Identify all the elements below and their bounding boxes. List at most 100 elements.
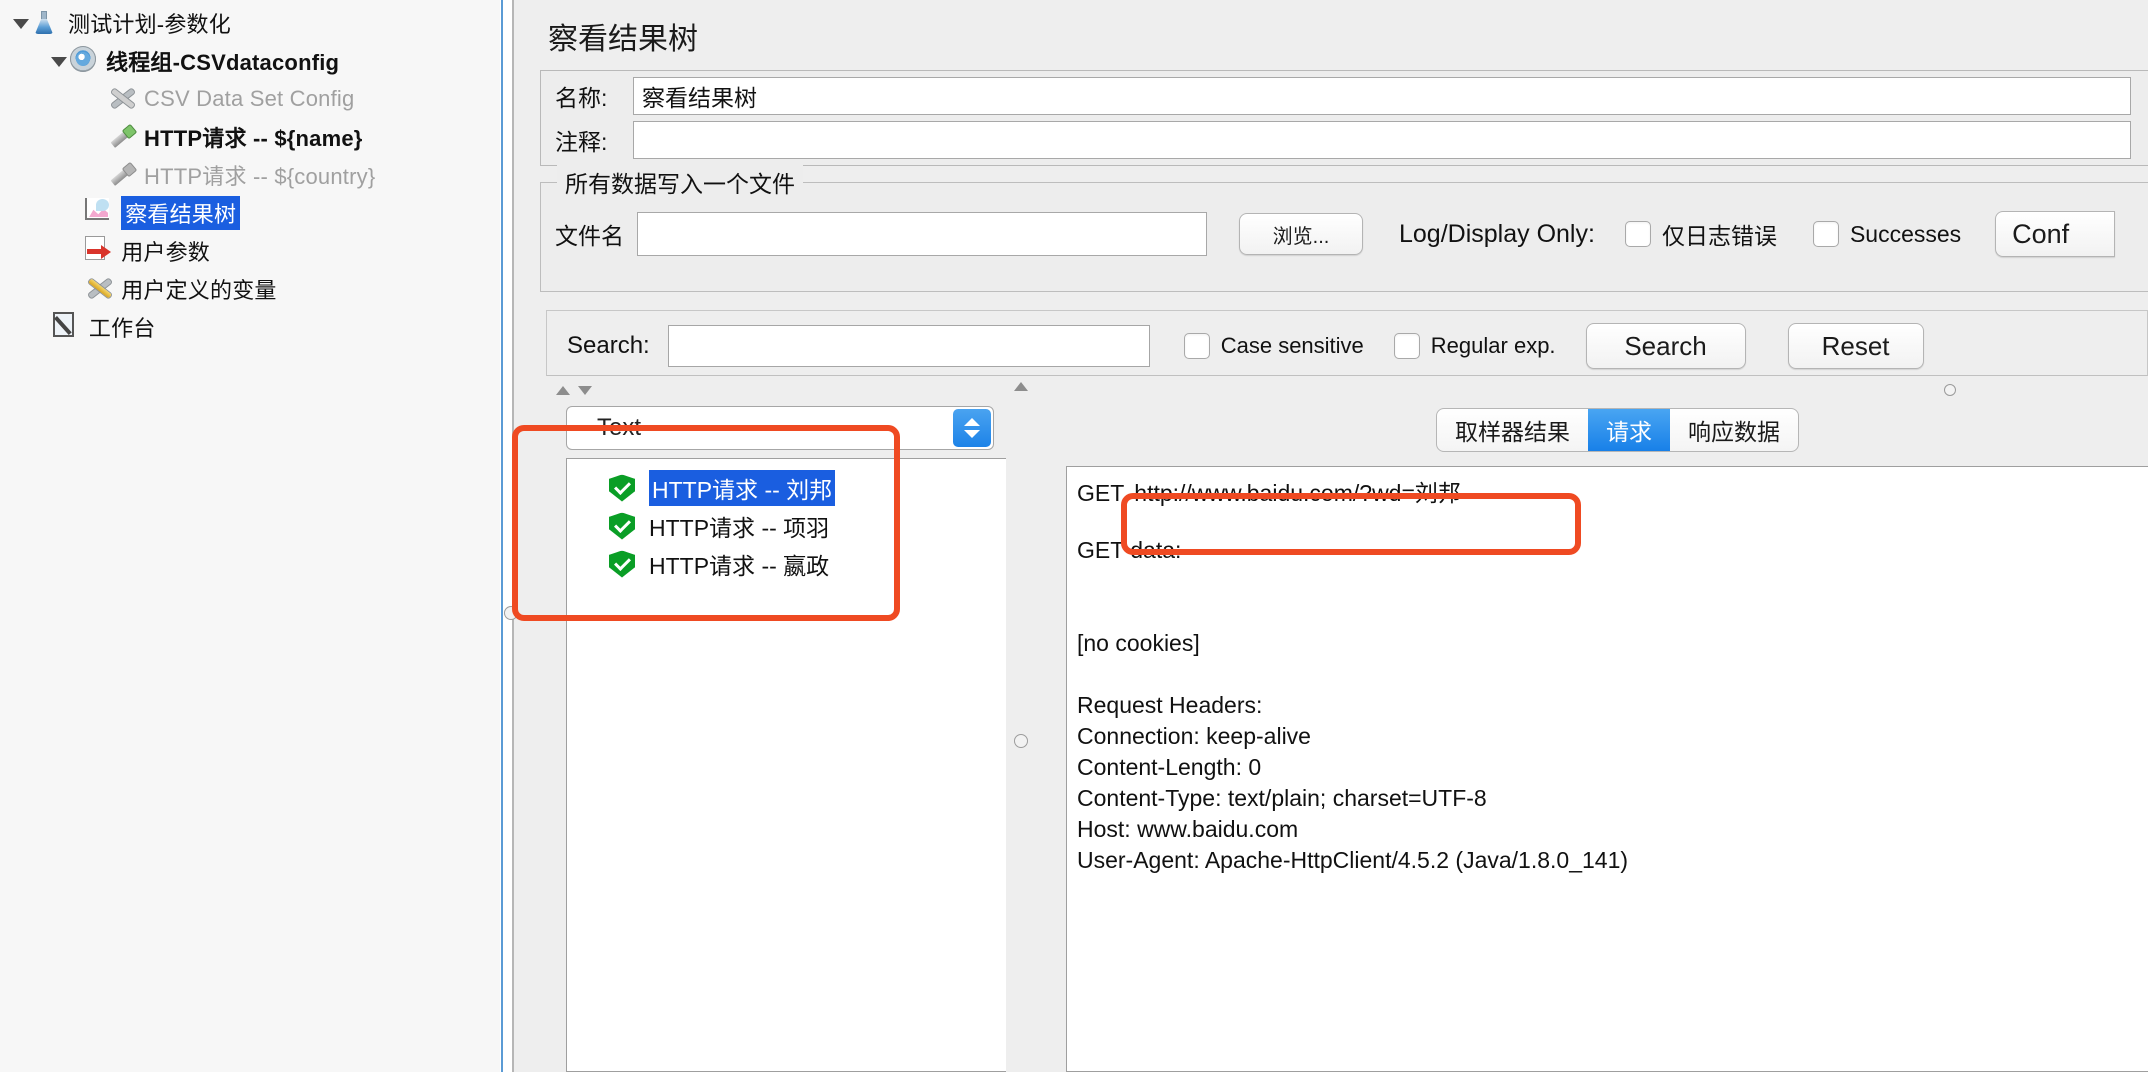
splitter-handle[interactable] <box>1014 734 1028 748</box>
successes-label: Successes <box>1849 220 1962 247</box>
successes-checkbox[interactable]: Successes <box>1812 220 1962 248</box>
twisty-placeholder <box>86 164 108 186</box>
tree-item-label: HTTP请求 -- ${name} <box>144 126 363 151</box>
tree-item-7[interactable]: 用户定义的变量 <box>0 270 277 308</box>
log-display-only-label: Log/Display Only: <box>1399 219 1595 248</box>
case-sensitive-box[interactable] <box>1183 333 1210 359</box>
pen-gray-icon <box>108 160 138 190</box>
detail-line: [no cookies] <box>1077 630 1200 656</box>
results-list-column: Text HTTP请求 -- 刘邦 HTTP请求 -- 项羽 HTTP请求 -- 嬴… <box>504 400 1012 1072</box>
request-body-lines: GET data: [no cookies] Request Headers: C… <box>1073 535 2148 876</box>
tree-item-label: 测试计划-参数化 <box>68 12 231 37</box>
renderer-selected-value: Text <box>597 414 642 441</box>
search-button[interactable]: Search <box>1585 323 1746 369</box>
regular-exp-label: Regular exp. <box>1430 333 1556 358</box>
detail-line: Host: www.baidu.com <box>1077 816 1299 842</box>
workbench-icon-glyph <box>52 312 74 337</box>
flask-icon <box>32 8 62 38</box>
result-row[interactable]: HTTP请求 -- 嬴政 <box>567 545 1006 583</box>
result-row[interactable]: HTTP请求 -- 刘邦 <box>567 469 1006 507</box>
tree-item-6[interactable]: 用户参数 <box>0 232 210 270</box>
tools-icon <box>108 84 138 114</box>
tree-item-8[interactable]: 工作台 <box>0 308 156 346</box>
pen-green-icon-glyph <box>108 122 138 152</box>
success-shield-icon <box>609 512 635 540</box>
tree-item-0[interactable]: 测试计划-参数化 <box>0 4 231 42</box>
splitter-up-arrow[interactable] <box>1014 382 1028 391</box>
search-input[interactable] <box>667 325 1150 367</box>
split-handle-top[interactable] <box>1944 384 1956 396</box>
reset-button[interactable]: Reset <box>1787 323 1924 369</box>
name-label: 名称: <box>555 85 608 111</box>
renderer-spinner[interactable] <box>953 409 991 447</box>
jmeter-window: 测试计划-参数化线程组-CSVdataconfig CSV Data Set Co… <box>0 0 2148 1072</box>
renderer-combobox[interactable]: Text <box>566 406 994 450</box>
tree-item-label: CSV Data Set Config <box>144 86 355 111</box>
tree-item-label: HTTP请求 -- ${country} <box>144 164 376 189</box>
case-sensitive-checkbox[interactable]: Case sensitive <box>1183 333 1364 359</box>
errors-only-box[interactable] <box>1624 221 1651 247</box>
request-url: http://www.baidu.com/?wd=刘邦 <box>1134 479 1461 506</box>
search-bar: Search: Case sensitive Regular exp. Sear… <box>546 310 2148 376</box>
result-row[interactable]: HTTP请求 -- 项羽 <box>567 507 1006 545</box>
detail-line: Request Headers: <box>1077 692 1263 718</box>
vertical-splitter[interactable] <box>1014 382 1028 1072</box>
tree-item-5[interactable]: 察看结果树 <box>0 194 241 232</box>
scroll-arrow-strip[interactable] <box>546 380 2148 402</box>
scroll-down-arrow[interactable] <box>578 386 592 395</box>
detail-tabs[interactable]: 取样器结果 请求 响应数据 <box>1436 408 1799 452</box>
filename-label: 文件名 <box>555 223 624 249</box>
tree-item-3[interactable]: HTTP请求 -- ${name} <box>0 118 363 156</box>
comment-label: 注释: <box>555 129 608 155</box>
search-label: Search: <box>567 332 650 359</box>
tree-item-2[interactable]: CSV Data Set Config <box>0 80 354 118</box>
chart-icon-glyph <box>85 198 110 220</box>
request-detail-box[interactable]: GET http://www.baidu.com/?wd=刘邦 GET data… <box>1066 466 2148 1072</box>
sample-detail-column: 取样器结果 请求 响应数据 GET http://www.baidu.com/?wd… <box>1028 400 2148 1072</box>
left-split-handle[interactable] <box>504 606 518 620</box>
result-row-label: HTTP请求 -- 项羽 <box>649 515 830 541</box>
twisty-placeholder <box>63 278 85 300</box>
detail-line: User-Agent: Apache-HttpClient/4.5.2 (Jav… <box>1077 847 1629 873</box>
twisty-placeholder <box>86 88 108 110</box>
regular-exp-checkbox[interactable]: Regular exp. <box>1393 333 1556 359</box>
sample-result-list[interactable]: HTTP请求 -- 刘邦 HTTP请求 -- 项羽 HTTP请求 -- 嬴政 <box>566 458 1006 1072</box>
result-row-label: HTTP请求 -- 刘邦 <box>649 470 836 506</box>
configure-button[interactable]: Conf <box>1995 211 2116 257</box>
comment-input[interactable] <box>633 121 2131 159</box>
flask-icon-glyph <box>32 8 62 38</box>
detail-line <box>1077 659 2148 690</box>
arrow-doc-icon-glyph <box>85 236 112 260</box>
chevron-down-icon <box>964 430 980 438</box>
twisty-placeholder <box>63 240 85 262</box>
divider-bar <box>501 0 503 1072</box>
tools-yellow-icon <box>85 274 115 304</box>
tools-icon-glyph <box>108 84 138 114</box>
chevron-up-icon <box>964 418 980 426</box>
split-divider[interactable] <box>500 0 506 1072</box>
tree-item-4[interactable]: HTTP请求 -- ${country} <box>0 156 375 194</box>
result-row-label: HTTP请求 -- 嬴政 <box>649 553 830 579</box>
gear-icon <box>70 46 100 76</box>
scroll-up-arrow[interactable] <box>556 386 570 395</box>
chart-icon <box>85 198 115 228</box>
twisty-expanded-icon[interactable] <box>48 50 70 72</box>
twisty-expanded-icon[interactable] <box>10 12 32 34</box>
regular-exp-box[interactable] <box>1393 333 1420 359</box>
workbench-icon <box>52 312 83 342</box>
tree-item-1[interactable]: 线程组-CSVdataconfig <box>0 42 339 80</box>
pen-green-icon <box>108 122 138 152</box>
pen-gray-icon-glyph <box>108 160 138 190</box>
name-input[interactable]: 察看结果树 <box>633 77 2131 115</box>
detail-line <box>1077 597 2148 628</box>
filename-input[interactable] <box>637 212 1207 256</box>
tab-inactive[interactable]: 响应数据 <box>1670 409 1798 451</box>
test-plan-tree[interactable]: 测试计划-参数化线程组-CSVdataconfig CSV Data Set Co… <box>0 0 500 1072</box>
browse-button[interactable]: 浏览... <box>1239 213 1363 255</box>
detail-line: Connection: keep-alive <box>1077 723 1311 749</box>
tab-inactive[interactable]: 取样器结果 <box>1437 409 1588 451</box>
errors-only-checkbox[interactable]: 仅日志错误 <box>1624 217 1777 251</box>
write-all-data-group: 所有数据写入一个文件 文件名 浏览... Log/Display Only: 仅… <box>540 165 2148 292</box>
tab-active[interactable]: 请求 <box>1588 409 1670 451</box>
successes-box[interactable] <box>1812 221 1839 247</box>
